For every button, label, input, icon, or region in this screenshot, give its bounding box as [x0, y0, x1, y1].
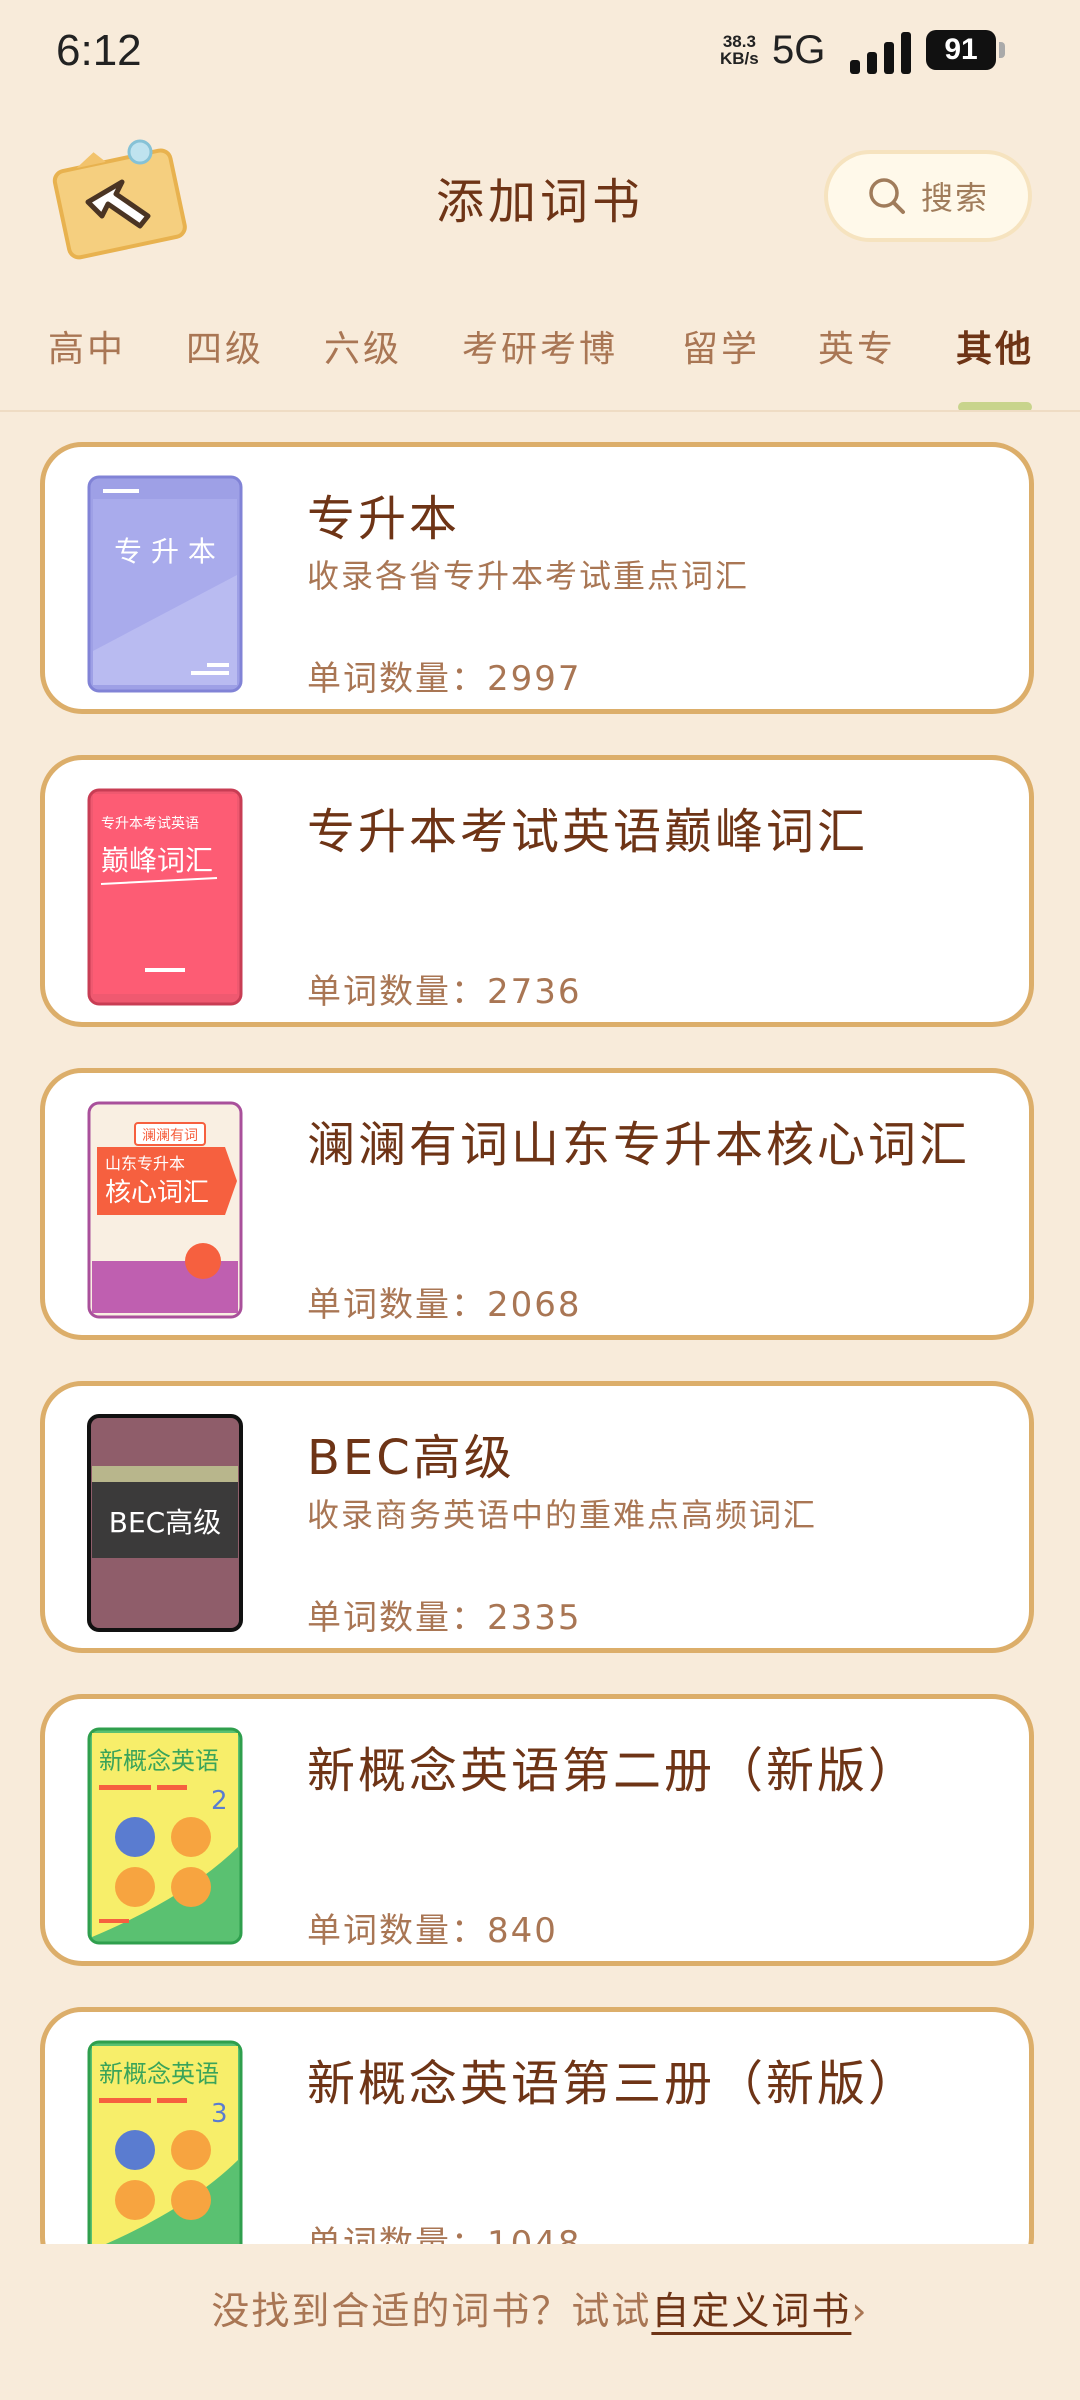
custom-wordbook-link[interactable]: 自定义词书	[651, 2289, 851, 2333]
book-card[interactable]: 专升本考试英语 巅峰词汇 专升本考试英语巅峰词汇 单词数量：2736	[40, 755, 1034, 1027]
cover-subtitle: 山东专升本	[105, 1154, 185, 1173]
book-card[interactable]: 新概念英语 3 新概念英语第三册（新版） 单词数量：1048	[40, 2007, 1034, 2244]
chevron-right-icon[interactable]: ›	[851, 2289, 868, 2333]
cover-tag: 澜澜有词	[142, 1128, 198, 1144]
book-description: 收录各省专升本考试重点词汇	[307, 557, 750, 595]
book-cover-image: 新概念英语 2	[87, 1727, 243, 1945]
net-speed-unit: KB/s	[720, 49, 759, 68]
book-title: 专升本考试英语巅峰词汇	[307, 804, 869, 860]
book-title: 澜澜有词山东专升本核心词汇	[307, 1117, 971, 1173]
cover-title: 巅峰词汇	[101, 844, 213, 877]
book-title: 专升本	[307, 491, 461, 547]
cover-title: 新概念英语	[99, 2060, 219, 2088]
footer-hint-bar: 没找到合适的词书？试试自定义词书›	[0, 2244, 1080, 2400]
cover-subtitle: 专升本考试英语	[101, 815, 199, 832]
book-title: 新概念英语第三册（新版）	[307, 2056, 920, 2112]
cover-number: 2	[211, 1786, 228, 1816]
cover-number: 3	[211, 2099, 228, 2129]
book-description: 收录商务英语中的重难点高频词汇	[307, 1496, 818, 1534]
book-card[interactable]: BEC高级 BEC高级 收录商务英语中的重难点高频词汇 单词数量：2335	[40, 1381, 1034, 1653]
cover-title: 专 升 本	[114, 535, 216, 568]
network-type: 5G	[772, 28, 826, 72]
footer-hint-text: 没找到合适的词书？试试	[211, 2289, 652, 2333]
word-count: 单词数量：2997	[307, 659, 582, 699]
tab-study-abroad[interactable]: 留学	[682, 320, 760, 372]
net-speed-value: 38.3	[722, 32, 756, 51]
book-card[interactable]: 新概念英语 2 新概念英语第二册（新版） 单词数量：840	[40, 1694, 1034, 1966]
tab-cet6[interactable]: 六级	[324, 320, 402, 372]
book-cover-image: 新概念英语 3	[87, 2040, 243, 2244]
search-button[interactable]: 搜索	[828, 154, 1028, 238]
book-title: BEC高级	[307, 1430, 515, 1486]
status-bar: 6:12 38.3 KB/s 5G 91	[0, 0, 1080, 100]
search-icon	[869, 178, 905, 214]
search-label: 搜索	[920, 179, 989, 217]
battery-level: 91	[926, 30, 996, 70]
cover-title: 新概念英语	[99, 1747, 219, 1775]
tab-english-major[interactable]: 英专	[818, 320, 896, 372]
word-count: 单词数量：2335	[307, 1598, 582, 1638]
cover-title: BEC高级	[109, 1506, 221, 1539]
category-tabs: 高中 四级 六级 考研考博 留学 英专 其他	[0, 312, 1080, 412]
tab-cet4[interactable]: 四级	[186, 320, 264, 372]
status-time: 6:12	[56, 26, 142, 75]
word-count: 单词数量：840	[307, 1911, 558, 1951]
book-cover-image: BEC高级	[87, 1414, 243, 1632]
book-card[interactable]: 澜澜有词 山东专升本 核心词汇 澜澜有词山东专升本核心词汇 单词数量：2068	[40, 1068, 1034, 1340]
book-list[interactable]: 专 升 本 专升本 收录各省专升本考试重点词汇 单词数量：2997 专升本考试英…	[0, 442, 1080, 2244]
battery-icon: 91	[926, 30, 1008, 72]
word-count: 单词数量：2736	[307, 972, 582, 1012]
tab-postgrad[interactable]: 考研考博	[462, 320, 618, 372]
tab-high-school[interactable]: 高中	[48, 320, 126, 372]
book-cover-image: 专升本考试英语 巅峰词汇	[87, 788, 243, 1006]
book-title: 新概念英语第二册（新版）	[307, 1743, 920, 1799]
book-cover-image: 澜澜有词 山东专升本 核心词汇	[87, 1101, 243, 1319]
word-count: 单词数量：2068	[307, 1285, 582, 1325]
book-cover-image: 专 升 本	[87, 475, 243, 693]
net-speed: 38.3 KB/s	[720, 33, 759, 67]
word-count: 单词数量：1048	[307, 2224, 582, 2244]
footer-hint: 没找到合适的词书？试试自定义词书›	[0, 2280, 1080, 2335]
book-card[interactable]: 专 升 本 专升本 收录各省专升本考试重点词汇 单词数量：2997	[40, 442, 1034, 714]
signal-icon	[850, 32, 911, 74]
divider	[0, 410, 1080, 412]
tab-other[interactable]: 其他	[956, 320, 1034, 372]
cover-title: 核心词汇	[105, 1178, 209, 1208]
